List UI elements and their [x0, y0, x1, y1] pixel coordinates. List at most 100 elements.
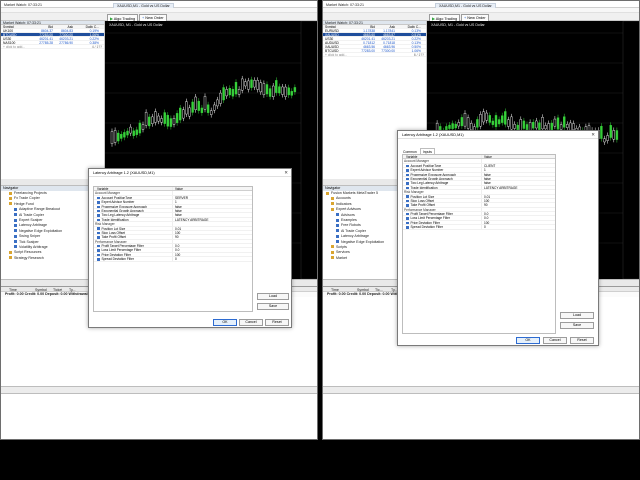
column-header[interactable]: Ty... — [69, 288, 76, 292]
input-name-text: Two Leg Latency Arbitrage — [410, 181, 449, 185]
input-value[interactable]: 100 — [481, 220, 555, 225]
navigator-item-label: Services — [336, 250, 350, 255]
load-button[interactable]: Load — [257, 293, 289, 300]
input-value[interactable]: 0.0 — [172, 244, 252, 248]
column-header[interactable]: Daily C... — [395, 25, 423, 28]
ask-cell: 77300.00 — [381, 49, 395, 52]
ask-cell: 27786.90 — [59, 41, 73, 44]
left-dialog-tabs: CommonInputs — [89, 178, 291, 193]
folder-icon — [331, 245, 334, 249]
candle-body — [600, 126, 603, 139]
reset-button[interactable]: Reset — [265, 319, 289, 326]
reset-button[interactable]: Reset — [570, 337, 594, 344]
ok-button[interactable]: OK — [213, 319, 237, 326]
input-value[interactable]: false — [172, 213, 252, 217]
input-value[interactable]: 0.01 — [481, 194, 555, 198]
input-value[interactable]: false — [481, 172, 555, 176]
navigator-item-label: Indicators — [336, 201, 352, 206]
folder-icon — [331, 250, 334, 254]
column-header[interactable]: Value — [172, 187, 252, 191]
input-value[interactable]: 0 — [481, 225, 555, 229]
column-header[interactable]: Variable — [94, 187, 172, 190]
input-value[interactable]: LATENCY ARBITRAGE — [172, 217, 252, 222]
column-header[interactable]: Daily C... — [73, 25, 101, 28]
input-value[interactable]: 0.0 — [172, 248, 252, 252]
candle-body — [293, 87, 297, 93]
input-value[interactable]: 0.0 — [481, 212, 555, 216]
column-header[interactable]: Symbol — [323, 25, 355, 28]
input-value[interactable]: 90 — [172, 235, 252, 239]
candle-body — [231, 88, 235, 97]
candle-body — [141, 124, 145, 130]
input-value[interactable]: false — [172, 204, 252, 208]
folder-icon — [9, 202, 12, 206]
input-value[interactable]: false — [481, 181, 555, 185]
column-header[interactable]: Bid — [33, 25, 53, 28]
candle-body — [175, 113, 179, 123]
input-value[interactable]: 0 — [172, 257, 252, 261]
input-value — [481, 159, 555, 163]
close-icon[interactable]: ✕ — [591, 131, 595, 139]
save-button[interactable]: Save — [257, 303, 289, 310]
column-header[interactable]: Value — [481, 155, 555, 159]
input-row[interactable]: Spread Deviation Filter 0 — [94, 257, 252, 262]
parameter-icon — [406, 186, 409, 190]
input-value[interactable]: 1 — [172, 200, 252, 204]
navigator-item-label: Negative Edge Exploitation — [341, 239, 385, 244]
input-value[interactable]: CLIENT — [481, 163, 555, 168]
input-value[interactable]: false — [172, 208, 252, 213]
cancel-button[interactable]: Cancel — [543, 337, 567, 344]
input-value[interactable]: 100 — [481, 198, 555, 203]
candle-body — [169, 118, 173, 127]
column-header[interactable]: Ticket — [53, 288, 62, 292]
column-header[interactable]: Ask — [375, 25, 396, 28]
input-value[interactable]: 1 — [481, 168, 555, 172]
ok-button[interactable]: OK — [516, 337, 540, 344]
close-icon[interactable]: ✕ — [284, 169, 288, 177]
column-header[interactable]: Variable — [403, 155, 481, 158]
add-symbol-hint[interactable]: + click to add... — [323, 53, 383, 56]
right-market-watch-add-row[interactable]: + click to add... 6 / 1?? — [323, 53, 426, 57]
candle-body — [612, 130, 616, 140]
symbol-cell: NAS100 — [3, 41, 16, 44]
column-header[interactable]: Symbol — [1, 25, 33, 28]
candle-body — [457, 122, 460, 127]
right-toolbar-icons — [327, 14, 387, 27]
load-button[interactable]: Load — [560, 312, 594, 319]
column-header[interactable]: Time — [331, 288, 339, 292]
input-value[interactable]: 100 — [172, 230, 252, 235]
candle-body — [256, 80, 259, 90]
column-header[interactable]: Symbol — [35, 288, 47, 292]
save-button[interactable]: Save — [560, 322, 594, 329]
candle-body — [126, 130, 129, 136]
input-value[interactable]: 100 — [172, 252, 252, 257]
right-inputs-rows: Account Manager Account PositionType CLIEN… — [403, 159, 555, 230]
navigator-item-label: Latency Arbitrage — [19, 223, 47, 228]
input-value — [172, 191, 252, 195]
candle-body — [262, 83, 266, 96]
column-header[interactable]: Bid — [355, 25, 375, 28]
add-symbol-hint[interactable]: + click to add... — [1, 45, 61, 48]
input-value[interactable]: SERVER — [172, 195, 252, 200]
input-value[interactable]: LATENCY ARBITRAGE — [481, 185, 555, 190]
bid-cell: 77283.00 — [39, 33, 53, 36]
input-value[interactable]: false — [481, 176, 555, 181]
symbol-cell: UK100 — [3, 29, 14, 32]
column-header[interactable]: Symbol — [357, 288, 369, 292]
candle-body — [497, 119, 501, 125]
change-cell: 0.19% — [89, 29, 99, 32]
column-header[interactable]: Tic... — [375, 288, 383, 292]
candle-body — [510, 116, 513, 130]
bid-cell: 8604.37 — [41, 29, 53, 32]
candle-body — [265, 84, 269, 95]
column-header[interactable]: Ask — [53, 25, 74, 28]
candle-body — [281, 86, 284, 95]
input-row[interactable]: Spread Deviation Filter 0 — [403, 225, 555, 230]
column-header[interactable]: Time — [9, 288, 17, 292]
left-market-watch-add-row[interactable]: + click to add... 4 / 1?? — [1, 45, 104, 49]
input-value[interactable]: 0.01 — [172, 226, 252, 230]
input-value[interactable]: 90 — [481, 203, 555, 207]
folder-icon — [326, 191, 329, 195]
input-value[interactable]: 0.0 — [481, 216, 555, 220]
cancel-button[interactable]: Cancel — [239, 319, 263, 326]
